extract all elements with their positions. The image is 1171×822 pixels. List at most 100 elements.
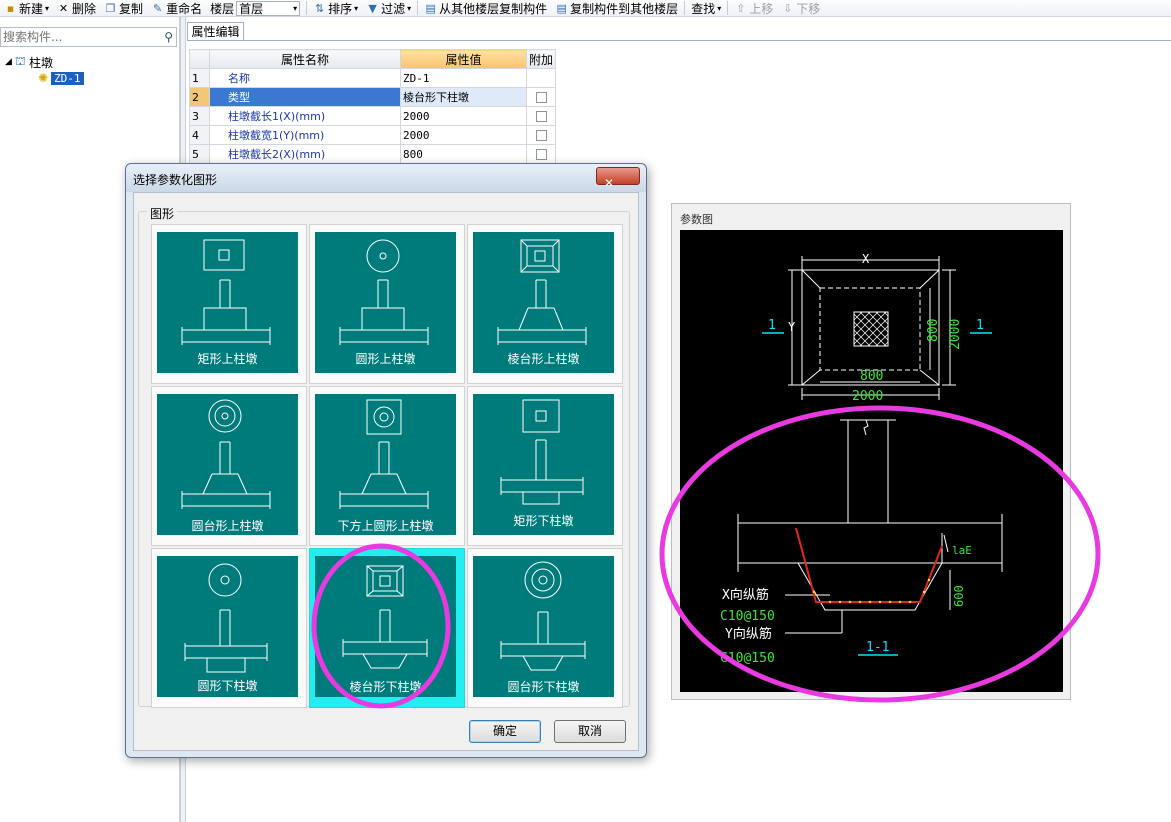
additional-checkbox[interactable] xyxy=(535,130,547,141)
ok-button[interactable]: 确定 xyxy=(469,720,541,743)
tree-node-leaf[interactable]: ✺ ZD-1 xyxy=(38,70,84,86)
additional-checkbox[interactable] xyxy=(535,92,547,103)
param-diagram-canvas: 1 1 X Y 800 2000 800 2000 laE 600 X向纵筋 C… xyxy=(680,230,1063,692)
section-mark-left: 1 xyxy=(768,318,776,333)
square-round-upper-pier-icon xyxy=(339,399,429,509)
depth-label: 600 xyxy=(952,585,966,607)
chevron-down-icon: ▾ xyxy=(293,3,298,13)
move-up-button[interactable]: ⇧ 上移 xyxy=(730,0,777,17)
section-title: 1-1 xyxy=(866,640,889,655)
chevron-down-icon: ▾ xyxy=(354,3,359,13)
chevron-down-icon: ▾ xyxy=(45,3,50,13)
dialog-body: 矩形上柱墩 圆形上柱墩 棱台形上柱墩 圆台形上柱墩 下方上圆形上柱墩 矩形下柱墩… xyxy=(133,192,639,751)
table-row[interactable]: 5 柱墩截长2(X)(mm) 800 xyxy=(189,144,557,164)
copy-from-other-floor-button[interactable]: ▤ 从其他楼层复制构件 xyxy=(420,0,551,17)
copy-label: 复制 xyxy=(119,1,144,16)
row-number: 5 xyxy=(189,144,210,164)
property-name: 柱墩截长1(X)(mm) xyxy=(209,106,401,126)
x-rebar-label: X向纵筋 xyxy=(722,587,769,603)
delete-button[interactable]: ✕ 删除 xyxy=(53,0,100,17)
toolbar-divider xyxy=(684,1,686,15)
section-mark-right: 1 xyxy=(976,318,984,333)
additional-checkbox[interactable] xyxy=(535,149,547,160)
search-box: ⚲ xyxy=(0,27,177,47)
search-icon[interactable]: ⚲ xyxy=(164,30,173,44)
row-number: 4 xyxy=(189,125,210,145)
tree-node-root[interactable]: ◢ ⛫ 柱墩 xyxy=(5,54,53,70)
floor-value: 首层 xyxy=(239,1,264,16)
close-button[interactable]: ✕ xyxy=(596,167,640,190)
property-value[interactable]: 800 xyxy=(400,144,527,164)
property-table: 属性名称 属性值 附加 1 名称 ZD-1 2 类型 棱台形下柱墩 3 柱墩截长… xyxy=(189,49,557,164)
delete-icon: ✕ xyxy=(58,1,69,15)
filter-button[interactable]: ▼ 过滤 ▾ xyxy=(362,0,415,17)
shape-preview: 矩形下柱墩 xyxy=(473,394,614,535)
floor-selector: 楼层 首层 ▾ xyxy=(206,0,304,17)
copy-icon: ❐ xyxy=(105,1,116,15)
table-row[interactable]: 4 柱墩截宽1(Y)(mm) 2000 xyxy=(189,125,557,145)
cone-lower-pier-icon xyxy=(500,561,586,671)
rename-label: 重命名 xyxy=(166,1,203,16)
shape-tile-frustum-lower[interactable]: 棱台形下柱墩 xyxy=(309,548,465,708)
property-value[interactable]: 棱台形下柱墩 xyxy=(400,87,527,107)
property-value[interactable]: 2000 xyxy=(400,106,527,126)
floor-dropdown[interactable]: 首层 ▾ xyxy=(236,0,301,16)
sort-icon: ⇅ xyxy=(314,1,325,15)
rename-button[interactable]: ✎ 重命名 xyxy=(147,0,206,17)
chevron-down-icon: ▾ xyxy=(717,3,722,13)
frustum-lower-pier-icon xyxy=(342,565,428,669)
property-value[interactable]: ZD-1 xyxy=(400,68,527,88)
shape-label: 棱台形下柱墩 xyxy=(349,680,422,694)
shape-tile-cone-upper[interactable]: 圆台形上柱墩 xyxy=(151,386,307,546)
shape-tile-frustum-upper[interactable]: 棱台形上柱墩 xyxy=(467,224,623,384)
sort-button[interactable]: ⇅ 排序 ▾ xyxy=(309,0,362,17)
table-row[interactable]: 1 名称 ZD-1 xyxy=(189,68,557,88)
dim-x-label: X xyxy=(862,252,870,266)
shape-label: 圆形上柱墩 xyxy=(355,352,416,366)
group-label: 图形 xyxy=(147,205,178,222)
additional-cell xyxy=(525,68,557,88)
column-pier-icon: ⛫ xyxy=(14,54,26,68)
find-label: 查找 xyxy=(691,1,716,16)
toolbar-divider xyxy=(727,1,729,15)
new-button[interactable]: ▪ 新建 ▾ xyxy=(0,0,53,17)
shape-preview: 棱台形上柱墩 xyxy=(473,232,614,373)
x-rebar-spec: C10@150 xyxy=(720,609,775,624)
property-value[interactable]: 2000 xyxy=(400,125,527,145)
circle-lower-pier-icon xyxy=(184,563,268,673)
row-number: 3 xyxy=(189,106,210,126)
shape-tile-circle-upper[interactable]: 圆形上柱墩 xyxy=(309,224,465,384)
find-button[interactable]: 查找 ▾ xyxy=(687,0,725,17)
property-name: 类型 xyxy=(209,87,401,107)
new-icon: ▪ xyxy=(6,1,15,15)
shape-tile-circle-lower[interactable]: 圆形下柱墩 xyxy=(151,548,307,708)
param-panel-title: 参数图 xyxy=(680,213,713,226)
cancel-button[interactable]: 取消 xyxy=(554,720,626,743)
shape-tile-cone-lower[interactable]: 圆台形下柱墩 xyxy=(467,548,623,708)
copy-from-floor-icon: ▤ xyxy=(425,1,436,15)
chevron-down-icon: ▾ xyxy=(407,3,412,13)
property-name: 名称 xyxy=(209,68,401,88)
copy-button[interactable]: ❐ 复制 xyxy=(100,0,147,17)
additional-checkbox[interactable] xyxy=(535,111,547,122)
shape-tile-square-round-upper[interactable]: 下方上圆形上柱墩 xyxy=(309,386,465,546)
dialog-title: 选择参数化图形 xyxy=(133,173,218,187)
search-input[interactable] xyxy=(1,28,151,46)
move-down-button[interactable]: ⇩ 下移 xyxy=(777,0,824,17)
shape-tile-rect-upper[interactable]: 矩形上柱墩 xyxy=(151,224,307,384)
move-up-label: 上移 xyxy=(749,1,774,16)
cone-upper-pier-icon xyxy=(181,399,271,509)
copy-to-other-floor-button[interactable]: ▤ 复制构件到其他楼层 xyxy=(551,0,682,17)
lae-label: laE xyxy=(952,544,972,557)
table-row[interactable]: 3 柱墩截长1(X)(mm) 2000 xyxy=(189,106,557,126)
collapse-icon[interactable]: ◢ xyxy=(5,57,12,67)
arrow-down-icon: ⇩ xyxy=(783,1,793,15)
toolbar-divider xyxy=(417,1,419,15)
shape-label: 矩形上柱墩 xyxy=(197,352,258,366)
tree-root-label: 柱墩 xyxy=(28,55,53,70)
shape-tile-rect-lower[interactable]: 矩形下柱墩 xyxy=(467,386,623,546)
param-diagram-panel: 参数图 1 1 X Y 800 2000 800 2000 laE 600 X向… xyxy=(671,203,1071,700)
table-row[interactable]: 2 类型 棱台形下柱墩 xyxy=(189,87,557,107)
tab-property-edit[interactable]: 属性编辑 xyxy=(187,22,244,41)
dialog-title-bar[interactable]: 选择参数化图形 ✕ xyxy=(126,164,646,192)
